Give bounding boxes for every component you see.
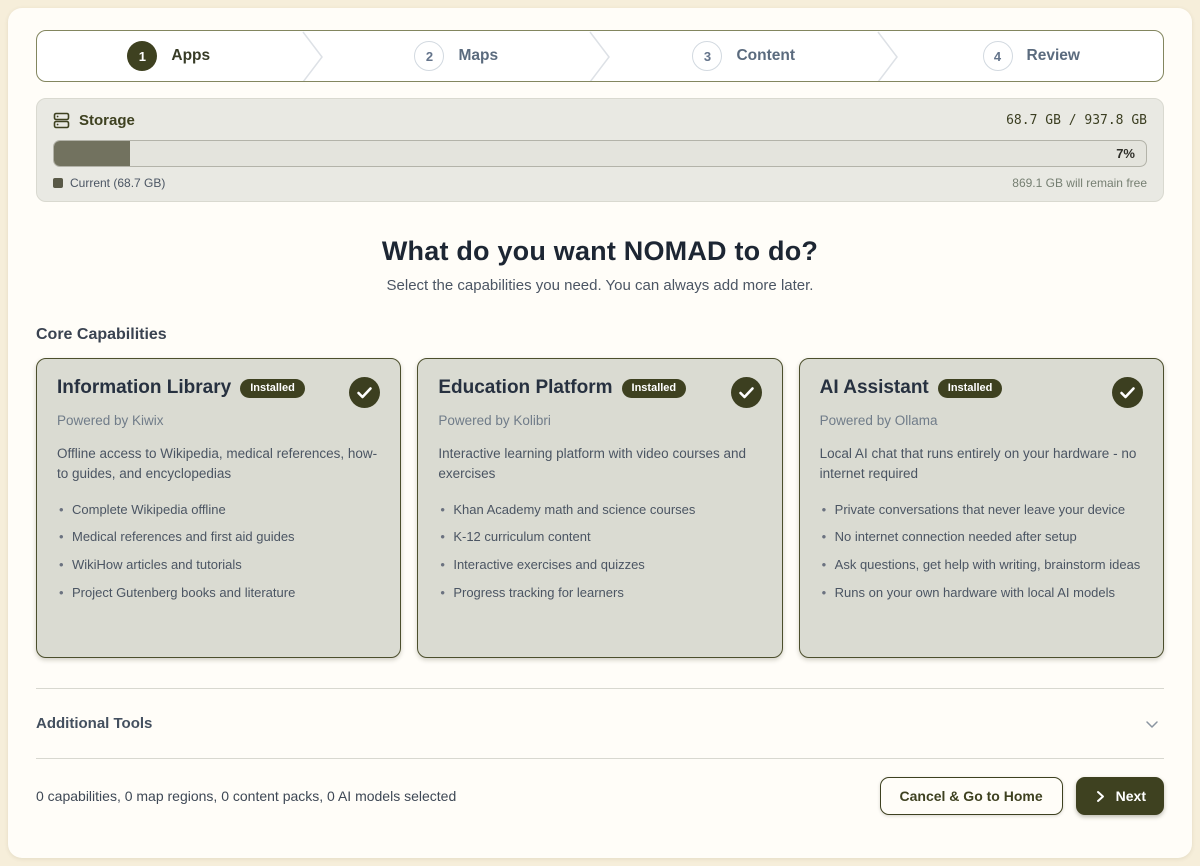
card-powered-by: Powered by Kolibri [438,413,761,428]
step-apps-number: 1 [127,41,157,71]
storage-usage-value: 68.7 GB / 937.8 GB [1006,113,1147,128]
capability-card-education-platform[interactable]: Education Platform Installed Powered by … [417,358,782,658]
next-button[interactable]: Next [1076,777,1164,815]
step-apps-label: Apps [171,47,210,65]
card-feature-list: Complete Wikipedia offline Medical refer… [57,501,380,603]
core-capabilities-heading: Core Capabilities [36,326,1164,344]
card-feature-list: Khan Academy math and science courses K-… [438,501,761,603]
card-powered-by: Powered by Kiwix [57,413,380,428]
stepper-separator-icon [588,31,612,81]
page-subtitle: Select the capabilities you need. You ca… [36,277,1164,294]
installed-badge: Installed [622,379,687,398]
legend-current-swatch [53,178,63,188]
wizard-stepper: 1 Apps 2 Maps 3 Content 4 Review [36,30,1164,82]
stepper-separator-icon [876,31,900,81]
storage-progress-bar: 7% [53,140,1147,167]
installed-badge: Installed [240,379,305,398]
cancel-button[interactable]: Cancel & Go to Home [880,777,1063,815]
storage-icon [53,112,70,129]
feature-item: K-12 curriculum content [438,528,761,547]
installed-badge: Installed [938,379,1003,398]
step-content-number: 3 [692,41,722,71]
card-description: Local AI chat that runs entirely on your… [820,444,1143,485]
chevron-down-icon [1144,716,1160,732]
page-title: What do you want NOMAD to do? [36,236,1164,267]
feature-item: Project Gutenberg books and literature [57,584,380,603]
step-review[interactable]: 4 Review [900,31,1164,81]
selected-check-icon [1112,377,1143,408]
setup-wizard-panel: 1 Apps 2 Maps 3 Content 4 Review [8,8,1192,858]
card-feature-list: Private conversations that never leave y… [820,501,1143,603]
storage-title: Storage [79,112,135,129]
storage-remaining-label: 869.1 GB will remain free [1012,176,1147,190]
selection-summary: 0 capabilities, 0 map regions, 0 content… [36,788,456,804]
card-description: Interactive learning platform with video… [438,444,761,485]
step-content[interactable]: 3 Content [612,31,876,81]
feature-item: Runs on your own hardware with local AI … [820,584,1143,603]
next-button-label: Next [1116,788,1146,804]
selected-check-icon [731,377,762,408]
additional-tools-expander[interactable]: Additional Tools [36,688,1164,759]
card-description: Offline access to Wikipedia, medical ref… [57,444,380,485]
selected-check-icon [349,377,380,408]
step-content-label: Content [736,47,795,65]
step-maps-number: 2 [414,41,444,71]
step-maps-label: Maps [458,47,498,65]
feature-item: Medical references and first aid guides [57,528,380,547]
wizard-footer: 0 capabilities, 0 map regions, 0 content… [36,777,1164,815]
capability-cards: Information Library Installed Powered by… [36,358,1164,658]
card-powered-by: Powered by Ollama [820,413,1143,428]
feature-item: Private conversations that never leave y… [820,501,1143,520]
storage-percent-label: 7% [1116,146,1146,161]
additional-tools-label: Additional Tools [36,715,152,732]
feature-item: Progress tracking for learners [438,584,761,603]
capability-card-ai-assistant[interactable]: AI Assistant Installed Powered by Ollama… [799,358,1164,658]
card-title: Information Library [57,377,231,399]
feature-item: No internet connection needed after setu… [820,528,1143,547]
step-maps[interactable]: 2 Maps [325,31,589,81]
card-title: Education Platform [438,377,612,399]
step-review-number: 4 [983,41,1013,71]
storage-progress-fill [54,141,130,166]
step-apps[interactable]: 1 Apps [37,31,301,81]
card-title: AI Assistant [820,377,929,399]
feature-item: Khan Academy math and science courses [438,501,761,520]
feature-item: Ask questions, get help with writing, br… [820,556,1143,575]
feature-item: Complete Wikipedia offline [57,501,380,520]
capability-card-information-library[interactable]: Information Library Installed Powered by… [36,358,401,658]
legend-current-label: Current (68.7 GB) [70,176,165,190]
stepper-separator-icon [301,31,325,81]
step-review-label: Review [1027,47,1080,65]
feature-item: Interactive exercises and quizzes [438,556,761,575]
chevron-right-icon [1094,790,1107,803]
storage-panel: Storage 68.7 GB / 937.8 GB 7% Current (6… [36,98,1164,202]
feature-item: WikiHow articles and tutorials [57,556,380,575]
